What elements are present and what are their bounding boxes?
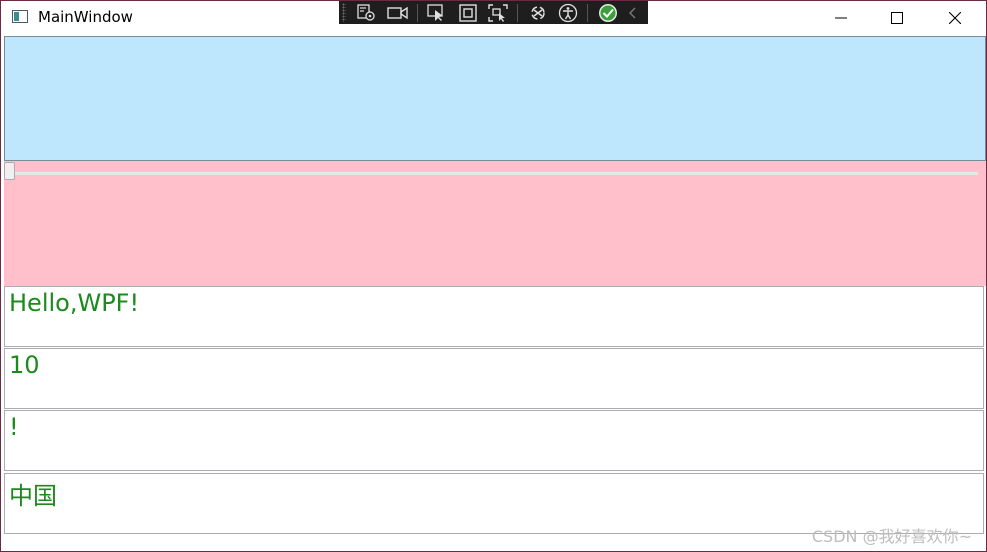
record-video-icon[interactable] [386,3,409,23]
toolbar-separator [416,3,418,22]
close-icon [949,11,961,24]
live-visual-tree-icon[interactable] [356,3,379,23]
title-bar[interactable]: MainWindow [1,1,986,34]
window-content: Hello,WPF! 10 ! 中国 [4,36,986,551]
close-button[interactable] [926,1,984,34]
toolbar-separator [517,3,519,22]
accessibility-icon[interactable] [557,3,580,23]
maximize-button[interactable] [868,1,926,34]
toolbar-separator [587,3,589,22]
text-box-number[interactable]: 10 [4,348,984,409]
display-layout-adorners-icon[interactable] [456,3,479,23]
binding-failures-icon[interactable] [526,3,549,23]
text-box-value: 10 [9,351,40,379]
pink-panel [4,161,986,286]
checkmark-icon[interactable] [596,3,619,23]
maximize-icon [891,11,903,24]
toolbar-grip[interactable] [342,3,346,22]
window-app-icon [12,10,28,23]
text-box-hello[interactable]: Hello,WPF! [4,286,984,347]
text-box-exclamation[interactable]: ! [4,410,984,471]
text-box-value: Hello,WPF! [9,289,140,317]
minimize-icon [835,17,847,18]
main-window: MainWindow Hello,WPF! 10 ! 中国 CSDN @我好喜欢… [0,0,987,552]
top-panel [4,36,986,161]
track-focus-icon[interactable] [487,3,510,23]
csdn-watermark: CSDN @我好喜欢你~ [811,527,972,546]
select-element-icon[interactable] [426,3,449,23]
collapse-chevron-icon[interactable] [627,3,640,23]
slider-thumb[interactable] [4,162,15,180]
text-box-value: ! [9,413,19,441]
slider-track[interactable] [14,171,978,175]
text-box-value: 中国 [9,482,57,510]
minimize-button[interactable] [812,1,870,34]
window-title: MainWindow [38,8,133,26]
wpf-debug-toolbar [339,1,648,24]
